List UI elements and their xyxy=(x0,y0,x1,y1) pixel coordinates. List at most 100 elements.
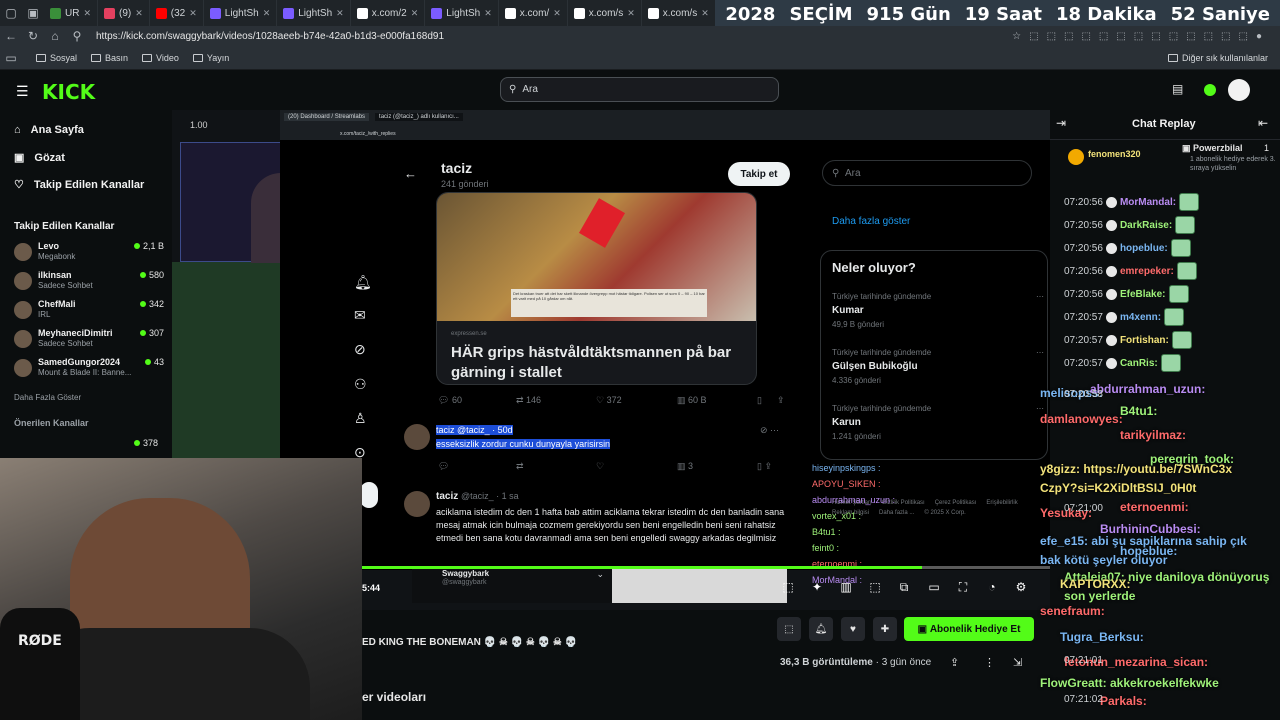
browser-tab[interactable]: x.com/s ✕ xyxy=(642,0,716,26)
collapse-chat-icon[interactable]: ⇥ xyxy=(1056,116,1066,130)
browser-tab[interactable]: (9) ✕ xyxy=(98,0,150,26)
more-options-icon[interactable]: ⋮ xyxy=(984,656,995,669)
settings-gear-icon[interactable]: ⚙ xyxy=(1013,580,1029,596)
trend-name[interactable]: Karun xyxy=(832,417,861,428)
reply1-repost-icon[interactable]: ⇄ xyxy=(516,461,524,472)
back-icon[interactable]: ← xyxy=(0,29,22,43)
fullscreen-icon[interactable]: ⛶ xyxy=(955,580,971,596)
messages-icon[interactable]: ✉ xyxy=(354,307,366,324)
browser-tab[interactable]: (32 ✕ xyxy=(150,0,204,26)
notify-bell-button[interactable]: 🔔︎ xyxy=(809,617,833,641)
tw-footer-link[interactable]: Çerez Politikası xyxy=(935,500,977,506)
share-icon[interactable]: ⇪ xyxy=(950,656,959,669)
chat-message[interactable]: 07:20:56 hopeblue: xyxy=(1064,239,1191,257)
chat-message[interactable]: 07:20:57 m4xenn: xyxy=(1064,308,1185,326)
close-tab-icon[interactable]: ✕ xyxy=(701,8,709,19)
extension-icons[interactable]: ☆⬚⬚⬚⬚⬚⬚⬚⬚⬚⬚⬚⬚⬚● xyxy=(1012,31,1270,42)
notifications-icon[interactable]: 🔔︎ xyxy=(354,274,372,291)
close-tab-icon[interactable]: ✕ xyxy=(135,8,143,19)
collapse-icon[interactable]: ⇲ xyxy=(1013,656,1022,669)
bookmark-folder[interactable]: Yayın xyxy=(192,53,229,63)
theater-icon[interactable]: ▭ xyxy=(926,580,942,596)
avatar[interactable] xyxy=(1228,79,1250,101)
tw-tab-2[interactable]: taciz (@taciz_) adlı kullanıcı... xyxy=(375,113,463,121)
chat-message[interactable]: 07:20:56 DarkRaise: xyxy=(1064,216,1196,234)
url-field[interactable]: https://kick.com/swaggybark/videos/1028a… xyxy=(96,31,444,42)
trend-name[interactable]: Gülşen Bubikoğlu xyxy=(832,361,918,372)
nav-browse[interactable]: ▣ Gözat xyxy=(14,151,65,165)
chat-popout-icon[interactable]: ⇤ xyxy=(1258,116,1268,130)
profile-icon[interactable]: ♙ xyxy=(354,410,367,427)
reply1-views[interactable]: ▥ 3 xyxy=(677,461,693,472)
browser-tab[interactable]: x.com/s ✕ xyxy=(568,0,642,26)
close-tab-icon[interactable]: ✕ xyxy=(263,8,271,19)
search-input[interactable]: ⚲ Ara xyxy=(500,77,779,102)
nav-following[interactable]: ♡ Takip Edilen Kanallar xyxy=(14,178,144,192)
repost-count[interactable]: ⇄ 146 xyxy=(516,395,541,406)
tw-show-more[interactable]: Daha fazla göster xyxy=(832,216,910,227)
sparkle-icon[interactable]: ✦ xyxy=(809,580,825,596)
close-tab-icon[interactable]: ✕ xyxy=(336,8,344,19)
tw-tab-1[interactable]: (20) Dashboard / Streamlabs xyxy=(284,113,370,121)
bookmark-icon[interactable]: ▭ xyxy=(0,51,22,65)
browser-tab[interactable]: LightSh ✕ xyxy=(277,0,351,26)
close-tab-icon[interactable]: ✕ xyxy=(411,8,419,19)
nav-home[interactable]: ⌂ Ana Sayfa xyxy=(14,124,84,136)
show-more-channels[interactable]: Daha Fazla Göster xyxy=(14,393,81,402)
bookmark-icon[interactable]: ▯ xyxy=(757,395,762,406)
site-info-icon[interactable]: ⚲ xyxy=(66,29,88,43)
close-tab-icon[interactable]: ✕ xyxy=(83,8,91,19)
communities-icon[interactable]: ⚇ xyxy=(354,376,367,393)
tw-bottom-profile[interactable]: Swaggybark @swaggybark ⌄ xyxy=(412,567,612,603)
chat-message[interactable]: 07:20:57 Fortishan: xyxy=(1064,331,1192,349)
bookmark-folder[interactable]: Sosyal xyxy=(36,53,77,63)
reply1-like-icon[interactable]: ♡ xyxy=(596,461,604,472)
browser-menu-icon[interactable]: ▢ xyxy=(0,6,22,20)
other-bookmarks[interactable]: Diğer sık kullanılanlar xyxy=(1167,53,1268,63)
kick-logo[interactable]: KICK xyxy=(42,80,95,104)
followed-channel[interactable]: SamedGungor2024 Mount & Blade II: Banne..… xyxy=(14,357,164,383)
link-card[interactable]: Det kraskan truer att det har skett likn… xyxy=(436,192,757,385)
followed-channel[interactable]: ilkinsan Sadece Sohbet 580 xyxy=(14,270,164,296)
pip-icon[interactable]: ⧉ xyxy=(896,580,912,596)
like-count[interactable]: ♡ 372 xyxy=(596,395,622,406)
chat-message[interactable]: 07:20:57 CanRis: xyxy=(1064,354,1181,372)
trend-more-icon[interactable]: ⋯ xyxy=(1036,348,1044,357)
gift-subscription-button[interactable]: ▣ Abonelik Hediye Et xyxy=(904,617,1034,641)
grok-icon[interactable]: ⊘ xyxy=(354,341,366,358)
hamburger-menu-icon[interactable]: ☰ xyxy=(16,83,30,100)
tab-strip-icon[interactable]: ▣ xyxy=(22,6,44,20)
tw-search-input[interactable]: Ara xyxy=(822,160,1032,186)
close-tab-icon[interactable]: ✕ xyxy=(484,8,492,19)
speed-icon[interactable]: ◔ xyxy=(984,580,1000,596)
followed-channel[interactable]: MeyhaneciDimitri Sadece Sohbet 307 xyxy=(14,328,164,354)
bookmark-folder[interactable]: Video xyxy=(142,53,179,63)
view-count[interactable]: ▥ 60 B xyxy=(677,395,707,406)
browser-tab[interactable]: UR ✕ xyxy=(44,0,98,26)
boost-button[interactable]: ✚ xyxy=(873,617,897,641)
home-icon[interactable]: ⌂ xyxy=(44,29,66,43)
reply1-avatar[interactable] xyxy=(404,424,430,450)
tw-back-icon[interactable]: ← xyxy=(404,166,417,181)
reply1-grok-icon[interactable]: ⊘ ⋯ xyxy=(760,425,779,436)
bookmark-folder[interactable]: Basın xyxy=(91,53,128,63)
tw-footer-link[interactable]: Daha fazla ... xyxy=(879,510,914,516)
chat-message[interactable]: 07:20:56 emrepeker: xyxy=(1064,262,1197,280)
tw-footer-link[interactable]: Erişilebilirlik xyxy=(986,500,1017,506)
close-tab-icon[interactable]: ✕ xyxy=(553,8,561,19)
chat-message[interactable]: 07:20:56 EfeBlake: xyxy=(1064,285,1189,303)
share-icon[interactable]: ⇪ xyxy=(777,395,785,406)
clip-button[interactable]: ⬚ xyxy=(777,617,801,641)
reload-icon[interactable]: ↻ xyxy=(22,29,44,43)
reply1-bookmark-icon[interactable]: ▯ ⇪ xyxy=(757,461,772,472)
reply1-reply-icon[interactable]: 💬︎ xyxy=(438,461,449,472)
chat-message[interactable]: 07:20:56 MorMandal: xyxy=(1064,193,1200,211)
cast-icon[interactable]: ▤ xyxy=(1172,82,1183,96)
chart-icon[interactable]: ▥ xyxy=(838,580,854,596)
clip-icon[interactable]: ⬚ xyxy=(780,580,796,596)
follow-button[interactable]: Takip et xyxy=(728,162,790,186)
reply2-avatar[interactable] xyxy=(404,491,430,517)
post-button[interactable] xyxy=(360,482,378,508)
caption-icon[interactable]: ⬚ xyxy=(867,580,883,596)
close-tab-icon[interactable]: ✕ xyxy=(627,8,635,19)
